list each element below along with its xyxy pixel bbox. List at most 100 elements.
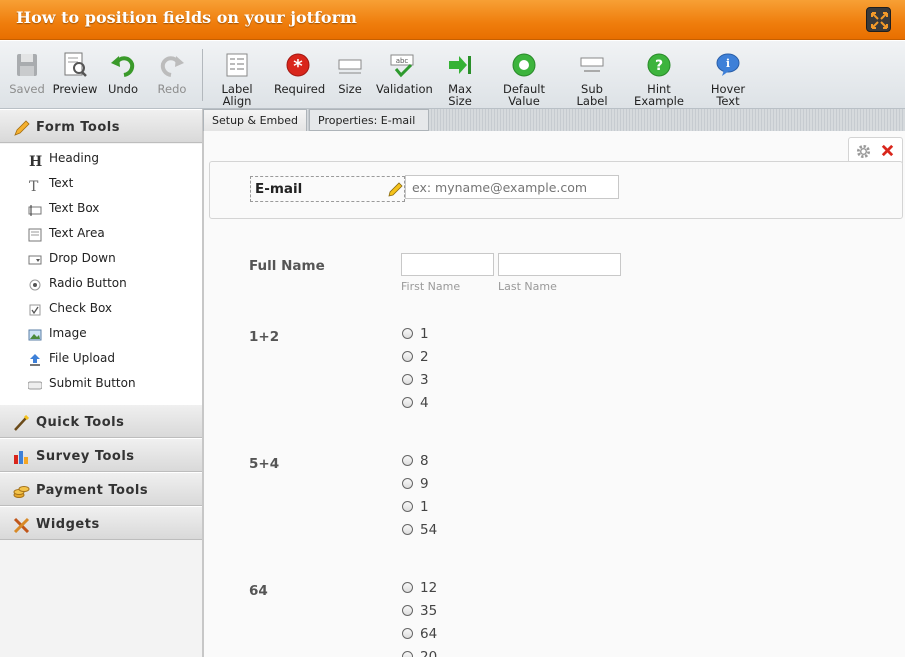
label-align-button[interactable]: Label Align	[208, 51, 266, 107]
heading-icon: H	[29, 154, 42, 167]
required-icon: *	[286, 53, 310, 77]
tool-drop-down-label: Drop Down	[49, 251, 116, 265]
form-tools-header[interactable]: Form Tools	[0, 109, 202, 143]
option-label: 35	[420, 603, 438, 619]
coins-icon	[13, 486, 30, 498]
option-label: 8	[420, 453, 429, 469]
svg-text:*: *	[293, 56, 303, 77]
option-label: 20	[420, 649, 438, 657]
radio-button-icon	[29, 279, 41, 291]
expand-icon	[871, 12, 888, 29]
text-area-icon	[28, 228, 42, 242]
svg-text:?: ?	[655, 58, 663, 74]
undo-button[interactable]: Undo	[106, 51, 140, 95]
submit-button-icon	[28, 381, 42, 390]
hover-text-label: Hover Text	[710, 82, 746, 108]
sub-label-button[interactable]: Sub Label	[566, 51, 618, 107]
required-button[interactable]: * Required	[274, 51, 326, 96]
text-box-icon	[28, 205, 42, 216]
email-label-editor[interactable]: E-mail	[250, 176, 405, 202]
radio-input[interactable]	[402, 397, 413, 408]
payment-tools-label: Payment Tools	[36, 483, 149, 498]
validation-label: Validation	[376, 82, 433, 96]
tool-submit-button-label: Submit Button	[49, 376, 136, 390]
pencil-icon[interactable]	[387, 182, 403, 198]
redo-icon	[160, 56, 184, 77]
gear-icon[interactable]	[856, 144, 871, 159]
radio-input[interactable]	[402, 455, 413, 466]
drop-down-icon	[28, 255, 42, 265]
widgets-label: Widgets	[36, 517, 100, 532]
bar-chart-icon	[14, 451, 28, 464]
title-bar: How to position fields on your jotform	[0, 0, 905, 40]
radio-input[interactable]	[402, 628, 413, 639]
radio-input[interactable]	[402, 478, 413, 489]
close-icon[interactable]	[880, 143, 895, 158]
hint-example-button[interactable]: ? Hint Example	[634, 51, 684, 107]
selected-email-field[interactable]: E-mail	[209, 161, 903, 219]
max-size-label: Max Size	[448, 82, 472, 108]
widgets-header[interactable]: Widgets	[0, 506, 202, 540]
image-icon	[28, 329, 42, 341]
option-label: 1	[420, 499, 429, 515]
hint-example-label: Hint Example	[634, 82, 684, 108]
tool-check-box-label: Check Box	[49, 301, 113, 315]
radio-input[interactable]	[402, 605, 413, 616]
svg-text:i: i	[726, 57, 730, 70]
radio-input[interactable]	[402, 374, 413, 385]
tool-text-label: Text	[49, 176, 74, 190]
option-label: 4	[420, 395, 429, 411]
undo-icon	[111, 56, 135, 77]
redo-button[interactable]: Redo	[155, 51, 189, 95]
radio-input[interactable]	[402, 582, 413, 593]
info-icon: i	[716, 53, 740, 76]
radio-input[interactable]	[402, 328, 413, 339]
text-icon: T	[29, 179, 39, 192]
check-box-icon	[29, 304, 41, 316]
svg-text:H: H	[29, 154, 42, 167]
sub-label-icon	[580, 57, 604, 72]
tab-properties[interactable]: Properties: E-mail	[309, 109, 429, 131]
size-label: Size	[338, 82, 362, 96]
size-button[interactable]: Size	[333, 51, 367, 95]
floppy-disk-icon	[17, 54, 37, 76]
radio-input[interactable]	[402, 351, 413, 362]
sub-label-label: Sub Label	[576, 82, 608, 108]
tool-heading-label: Heading	[49, 151, 99, 165]
first-name-input[interactable]	[401, 253, 494, 276]
option-label: 2	[420, 349, 429, 365]
email-input[interactable]	[405, 175, 619, 199]
full-name-label: Full Name	[249, 258, 325, 274]
question-label: 1+2	[249, 329, 280, 345]
validation-icon: abc	[390, 54, 414, 78]
payment-tools-header[interactable]: Payment Tools	[0, 472, 202, 506]
radio-input[interactable]	[402, 524, 413, 535]
hover-text-button[interactable]: i Hover Text	[700, 51, 756, 107]
default-value-button[interactable]: Default Value	[500, 51, 548, 107]
question-label: 5+4	[249, 456, 280, 472]
form-canvas: E-mail Full Name First Name Last Name 1+…	[203, 131, 905, 657]
quick-tools-header[interactable]: Quick Tools	[0, 404, 202, 438]
preview-button[interactable]: Preview	[52, 51, 98, 95]
required-label: Required	[274, 82, 326, 96]
wand-icon	[14, 415, 30, 431]
undo-label: Undo	[107, 82, 139, 96]
svg-text:abc: abc	[396, 57, 409, 65]
survey-tools-header[interactable]: Survey Tools	[0, 438, 202, 472]
saved-button[interactable]: Saved	[8, 51, 46, 95]
validation-button[interactable]: abc Validation	[376, 51, 433, 95]
tab-setup-embed[interactable]: Setup & Embed	[203, 109, 307, 131]
preview-icon	[64, 52, 87, 77]
form-tools-label: Form Tools	[36, 120, 120, 135]
radio-input[interactable]	[402, 501, 413, 512]
max-size-button[interactable]: Max Size	[436, 51, 484, 107]
last-name-input[interactable]	[498, 253, 621, 276]
saved-label: Saved	[9, 82, 45, 96]
tool-file-upload-label: File Upload	[49, 351, 115, 365]
radio-input[interactable]	[402, 651, 413, 657]
max-size-icon	[449, 56, 471, 74]
svg-text:T: T	[29, 179, 39, 192]
fullscreen-button[interactable]	[866, 7, 891, 32]
option-label: 1	[420, 326, 429, 342]
question-label: 64	[249, 583, 268, 599]
